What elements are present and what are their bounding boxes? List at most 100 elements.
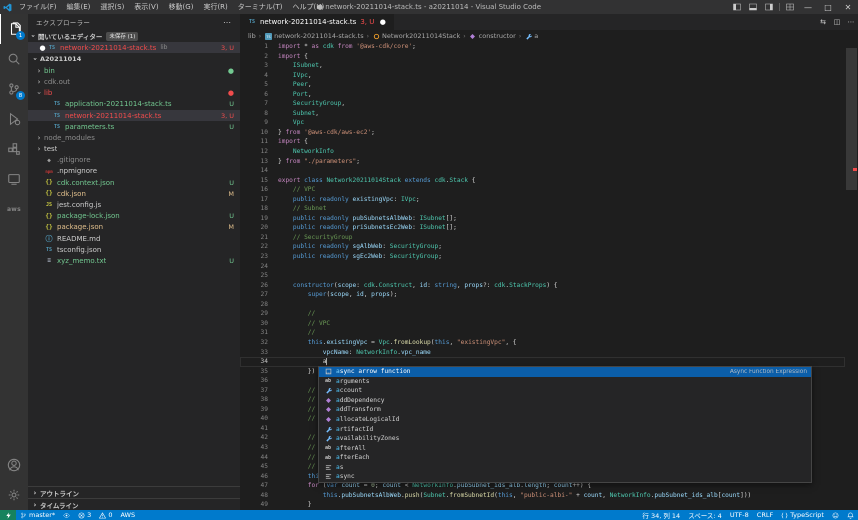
code-line-19[interactable]: 19 public readonly pubSubnetsAlbWeb: ISu… — [240, 214, 845, 224]
status-crlf[interactable]: CRLF — [753, 510, 777, 520]
suggest-item-async[interactable]: async — [319, 472, 811, 482]
more-actions-icon[interactable]: ⋯ — [844, 18, 858, 26]
open-changes-icon[interactable]: ⇆ — [816, 18, 830, 26]
tree-item-package-lock-json[interactable]: {} package-lock.json U — [28, 211, 240, 222]
menu-実[interactable]: 実行(R) — [198, 0, 232, 14]
open-editor-item[interactable]: ● TS network-20211014-stack.ts lib 3, U — [28, 42, 240, 54]
code-line-48[interactable]: 48 this.pubSubnetsAlbWeb.push(Subnet.fro… — [240, 491, 845, 501]
outline-section-header[interactable]: › アウトライン — [28, 486, 240, 498]
code-line-8[interactable]: 8 Subnet, — [240, 109, 845, 119]
tree-item-parameters-ts[interactable]: TS parameters.ts U — [28, 121, 240, 132]
code-line-2[interactable]: 2 import { — [240, 52, 845, 62]
customize-layout-icon[interactable] — [782, 0, 798, 14]
status--4[interactable]: スペース: 4 — [684, 510, 726, 520]
tree-item-application-20211014-stack-ts[interactable]: TS application-20211014-stack.ts U — [28, 99, 240, 110]
code-line-9[interactable]: 9 Vpc — [240, 118, 845, 128]
code-line-22[interactable]: 22 public readonly sgAlbWeb: SecurityGro… — [240, 242, 845, 252]
status-lightning-icon[interactable] — [0, 510, 16, 520]
dirty-indicator-icon[interactable]: ● — [38, 44, 47, 52]
suggest-item-account[interactable]: account — [319, 386, 811, 396]
toggle-sidebar-icon[interactable] — [729, 0, 745, 14]
settings-icon[interactable] — [0, 480, 28, 510]
code-line-24[interactable]: 24 — [240, 262, 845, 272]
code-line-27[interactable]: 27 super(scope, id, props); — [240, 290, 845, 300]
suggest-item-as[interactable]: as — [319, 462, 811, 472]
status-0[interactable]: 0 — [95, 510, 116, 520]
breadcrumb-item-constructor[interactable]: constructor — [469, 32, 516, 40]
project-section-header[interactable]: › A20211014 — [28, 53, 240, 65]
toggle-panel-icon[interactable] — [745, 0, 761, 14]
account-icon[interactable] — [0, 450, 28, 480]
code-line-26[interactable]: 26 constructor(scope: cdk.Construct, id:… — [240, 281, 845, 291]
code-line-10[interactable]: 10} from '@aws-cdk/aws-ec2'; — [240, 128, 845, 138]
code-line-13[interactable]: 13} from "./parameters"; — [240, 157, 845, 167]
tree-item--gitignore[interactable]: ◆ .gitignore — [28, 155, 240, 166]
suggest-item-afterAll[interactable]: ab afterAll — [319, 443, 811, 453]
menu-編[interactable]: 編集(E) — [62, 0, 96, 14]
code-line-7[interactable]: 7 SecurityGroup, — [240, 99, 845, 109]
maximize-button[interactable]: □ — [818, 0, 838, 14]
code-line-15[interactable]: 15 export class Network20211014Stack exte… — [240, 176, 845, 186]
suggest-item-arguments[interactable]: ab arguments — [319, 377, 811, 387]
status--34-14[interactable]: 行 34, 列 14 — [638, 510, 684, 520]
search-icon[interactable] — [0, 44, 28, 74]
code-line-20[interactable]: 20 public readonly priSubnetsEc2Web: ISu… — [240, 223, 845, 233]
close-button[interactable]: ✕ — [838, 0, 858, 14]
breadcrumb-item-lib[interactable]: lib — [248, 32, 256, 40]
remote-explorer-icon[interactable] — [0, 164, 28, 194]
editor-scrollbar[interactable] — [845, 42, 858, 510]
code-line-49[interactable]: 49 } — [240, 500, 845, 510]
gitlens-eye-icon[interactable] — [59, 510, 74, 520]
breadcrumb-item-network-20211014-stack-ts[interactable]: TS network-20211014-stack.ts — [264, 32, 364, 40]
status-aws[interactable]: AWS — [116, 510, 139, 520]
suggest-item-allocateLogicalId[interactable]: allocateLogicalId — [319, 415, 811, 425]
code-line-1[interactable]: 1 import * as cdk from '@aws-cdk/core'; — [240, 42, 845, 52]
extensions-icon[interactable] — [0, 134, 28, 164]
code-line-28[interactable]: 28 — [240, 300, 845, 310]
tree-folder-cdk-out[interactable]: › cdk.out — [28, 76, 240, 87]
code-line-31[interactable]: 31 // — [240, 328, 845, 338]
toggle-secondary-sidebar-icon[interactable] — [761, 0, 777, 14]
code-line-18[interactable]: 18 // Subnet — [240, 204, 845, 214]
menu-タ[interactable]: ターミナル(T) — [233, 0, 288, 14]
code-line-14[interactable]: 14 — [240, 166, 845, 176]
tree-item-cdk-json[interactable]: {} cdk.json M — [28, 188, 240, 199]
tree-item-README-md[interactable]: ⓘ README.md — [28, 233, 240, 244]
code-line-21[interactable]: 21 // SecurityGroup — [240, 233, 845, 243]
code-line-25[interactable]: 25 — [240, 271, 845, 281]
menu-選[interactable]: 選択(S) — [95, 0, 129, 14]
tree-item-tsconfig-json[interactable]: TS tsconfig.json — [28, 244, 240, 255]
breadcrumb-item-a[interactable]: a — [524, 32, 538, 40]
feedback-icon[interactable] — [828, 510, 843, 520]
split-editor-icon[interactable]: ◫ — [830, 18, 844, 26]
menu-ヘ[interactable]: ヘルプ(H) — [288, 0, 330, 14]
menu-移[interactable]: 移動(G) — [164, 0, 199, 14]
tree-folder-bin[interactable]: › bin ● — [28, 65, 240, 76]
code-line-23[interactable]: 23 public readonly sgEc2Web: SecurityGro… — [240, 252, 845, 262]
timeline-section-header[interactable]: › タイムライン — [28, 498, 240, 510]
aws-icon[interactable]: aws — [0, 194, 28, 224]
breadcrumb-item-Network20211014Stack[interactable]: Network20211014Stack — [372, 32, 460, 40]
suggest-item-async-arrow-function[interactable]: async arrow function Async Function Expre… — [319, 367, 811, 377]
menu-表[interactable]: 表示(V) — [129, 0, 163, 14]
suggest-item-availabilityZones[interactable]: availabilityZones — [319, 434, 811, 444]
code-line-11[interactable]: 11 import { — [240, 137, 845, 147]
notifications-bell-icon[interactable] — [843, 510, 858, 520]
tree-item-xyz-memo-txt[interactable]: ≡ xyz_memo.txt U — [28, 255, 240, 266]
explorer-icon[interactable]: 1 — [0, 14, 28, 44]
code-line-32[interactable]: 32 this.existingVpc = Vpc.fromLookup(thi… — [240, 338, 845, 348]
dirty-indicator-icon[interactable]: ● — [378, 18, 387, 26]
tree-item-network-20211014-stack-ts[interactable]: TS network-20211014-stack.ts 3, U — [28, 109, 240, 122]
suggest-item-addTransform[interactable]: addTransform — [319, 405, 811, 415]
status-utf-8[interactable]: UTF-8 — [726, 510, 753, 520]
code-line-6[interactable]: 6 Port, — [240, 90, 845, 100]
menu-フ[interactable]: ファイル(F) — [14, 0, 62, 14]
code-line-4[interactable]: 4 IVpc, — [240, 71, 845, 81]
explorer-more-actions-icon[interactable]: ⋯ — [223, 18, 232, 27]
tree-item-jest-config-js[interactable]: JS jest.config.js — [28, 199, 240, 210]
code-line-5[interactable]: 5 Peer, — [240, 80, 845, 90]
tree-item-cdk-context-json[interactable]: {} cdk.context.json U — [28, 177, 240, 188]
open-editors-section-header[interactable]: › 開いているエディター 未保存 (1) — [28, 30, 240, 42]
code-line-30[interactable]: 30 // VPC — [240, 319, 845, 329]
status-typescript[interactable]: TypeScript — [777, 510, 828, 520]
